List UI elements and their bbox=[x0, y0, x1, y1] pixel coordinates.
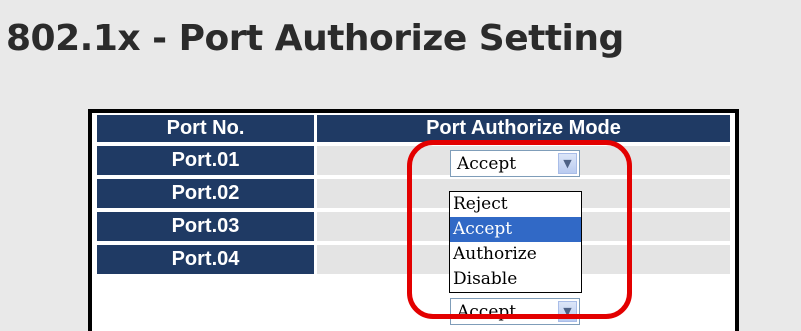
port-label: Port.01 bbox=[97, 144, 314, 177]
table-row: Port.02 bbox=[92, 177, 735, 210]
table-row: Port.04 bbox=[92, 243, 735, 276]
chevron-down-icon[interactable]: ▼ bbox=[558, 153, 577, 174]
mode-dropdown-list: Reject Accept Authorize Disable bbox=[449, 191, 582, 293]
option-accept[interactable]: Accept bbox=[450, 217, 581, 242]
select-value: Accept bbox=[457, 154, 517, 174]
option-reject[interactable]: Reject bbox=[450, 192, 581, 217]
table-row: Port.01 bbox=[92, 144, 735, 177]
select-value: Accept bbox=[457, 302, 517, 322]
header-port-authorize-mode: Port Authorize Mode bbox=[317, 113, 730, 144]
port-label: Port.03 bbox=[97, 210, 314, 243]
table-header: Port No. Port Authorize Mode bbox=[92, 113, 735, 144]
port-01-mode-select[interactable]: Accept ▼ bbox=[450, 150, 580, 177]
port-04-mode-select[interactable]: Accept ▼ bbox=[450, 298, 580, 325]
port-label: Port.04 bbox=[97, 243, 314, 276]
option-disable[interactable]: Disable bbox=[450, 267, 581, 292]
table-row: Port.03 bbox=[92, 210, 735, 243]
option-authorize[interactable]: Authorize bbox=[450, 242, 581, 267]
port-label: Port.02 bbox=[97, 177, 314, 210]
port-authorize-table: Port No. Port Authorize Mode Port.01 Por… bbox=[88, 109, 739, 331]
page-title: 802.1x - Port Authorize Setting bbox=[6, 18, 624, 59]
chevron-down-icon[interactable]: ▼ bbox=[558, 301, 577, 322]
header-port-no: Port No. bbox=[97, 113, 314, 144]
